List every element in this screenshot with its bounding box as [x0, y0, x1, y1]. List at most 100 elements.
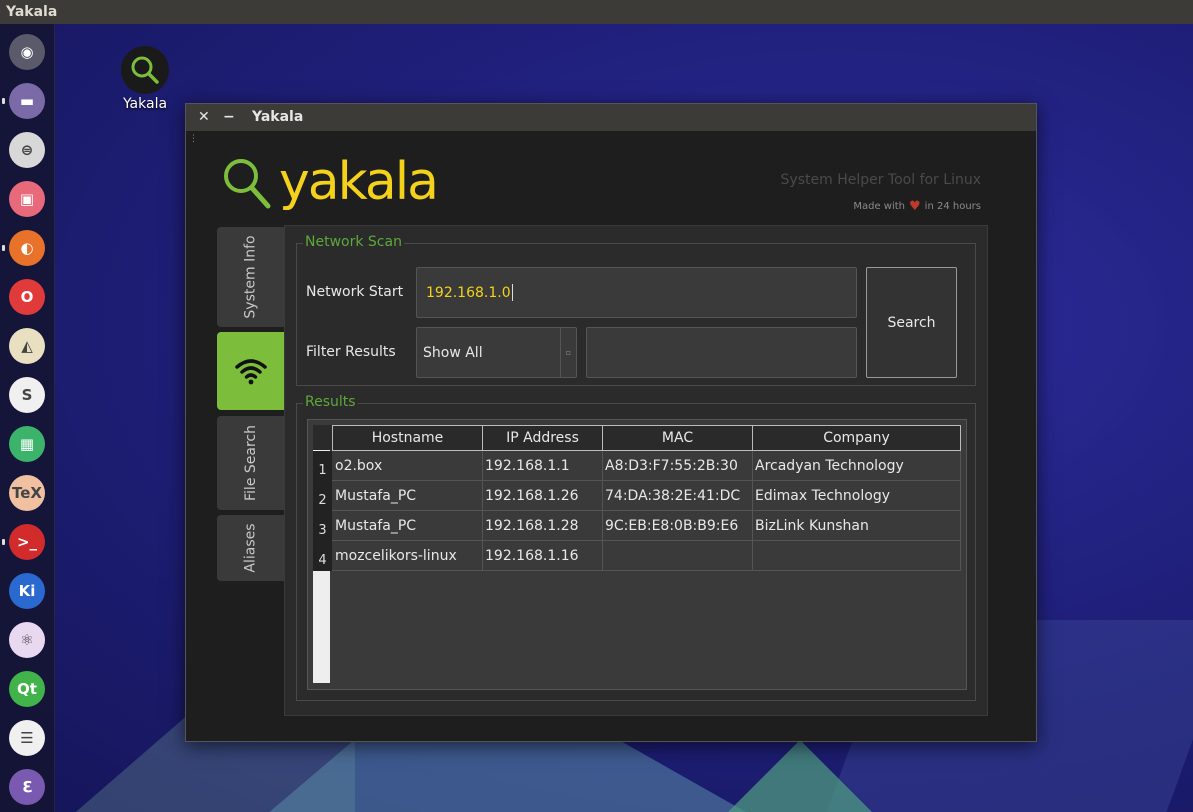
row-number[interactable]: 1: [313, 451, 332, 481]
launcher-glyph: ▬: [19, 92, 35, 110]
launcher-glyph: Ki: [18, 582, 36, 600]
desktop-shortcut-label: Yakala: [122, 96, 168, 112]
top-panel: Yakala: [0, 0, 1193, 24]
table-cell-hostname[interactable]: mozcelikors-linux: [332, 541, 483, 571]
table-cell-mac[interactable]: A8:D3:F7:55:2B:30: [602, 451, 753, 481]
tab-aliases[interactable]: Aliases: [217, 515, 284, 581]
launcher-glyph: >_: [16, 533, 38, 551]
network-scan-group: Network Scan Network Start 192.168.1.0 F…: [296, 234, 976, 386]
files-icon[interactable]: ▬: [9, 83, 45, 119]
toolbar-grip-icon[interactable]: ⋮: [189, 135, 198, 144]
minimize-button[interactable]: −: [223, 104, 235, 131]
results-table[interactable]: Hostname IP Address MAC Company 1 o2.box 1…: [307, 419, 967, 690]
tab-label: File Search: [242, 425, 259, 501]
launcher-glyph: ☰: [20, 729, 34, 747]
table-cell-ip[interactable]: 192.168.1.28: [482, 511, 603, 541]
launcher-glyph: ◭: [21, 337, 33, 355]
app-tagline: System Helper Tool for Linux: [780, 172, 981, 188]
made-with-suffix: in 24 hours: [924, 201, 981, 212]
running-indicator: [2, 98, 5, 104]
tab-label: System Info: [242, 235, 259, 319]
desktop-shortcut-yakala[interactable]: Yakala: [117, 46, 173, 112]
table-cell-mac[interactable]: 9C:EB:E8:0B:B9:E6: [602, 511, 753, 541]
firefox-icon[interactable]: ◐: [9, 230, 45, 266]
atom-icon[interactable]: ⚛: [9, 622, 45, 658]
launcher: ◉ ▬ ⊜ ▣ ◐ O ◭ S ▦ TeX >_ Ki ⚛ Qt ☰ ℇ: [0, 24, 55, 812]
tab-label: Aliases: [242, 523, 259, 573]
results-group: Results Hostname IP Address MAC Company …: [296, 394, 976, 701]
tab-file-search[interactable]: File Search: [217, 416, 284, 510]
launcher-glyph: ◉: [20, 43, 34, 61]
table-cell-hostname[interactable]: Mustafa_PC: [332, 511, 483, 541]
row-number[interactable]: 2: [313, 481, 332, 511]
table-cell-company[interactable]: [752, 541, 961, 571]
ubuntu-dash-icon[interactable]: ◉: [9, 34, 45, 70]
filter-results-select[interactable]: Show All ▫: [416, 327, 577, 378]
table-cell-ip[interactable]: 192.168.1.26: [482, 481, 603, 511]
column-header-ip-address[interactable]: IP Address: [482, 425, 603, 451]
launcher-glyph: ⊜: [20, 141, 34, 159]
window-title: Yakala: [252, 109, 304, 125]
network-start-input[interactable]: 192.168.1.0: [416, 267, 857, 318]
network-start-value: 192.168.1.0: [426, 284, 511, 301]
heart-icon: ♥: [909, 199, 921, 214]
table-cell-ip[interactable]: 192.168.1.1: [482, 451, 603, 481]
yakala-window: ✕ − Yakala ⋮ yakala System Helper Tool f…: [185, 103, 1037, 742]
terminal-icon[interactable]: >_: [9, 524, 45, 560]
app-logo: yakala: [221, 152, 439, 212]
table-cell-mac[interactable]: [602, 541, 753, 571]
emacs-icon[interactable]: ℇ: [9, 769, 45, 805]
settings-toggle-icon[interactable]: ⊜: [9, 132, 45, 168]
launcher-glyph: S: [21, 386, 33, 404]
table-cell-company[interactable]: Edimax Technology: [752, 481, 961, 511]
yakala-app-icon: [121, 46, 169, 94]
wifi-icon: [234, 359, 267, 385]
filter-results-label: Filter Results: [306, 344, 396, 360]
inkscape-icon[interactable]: ◭: [9, 328, 45, 364]
slack-icon[interactable]: S: [9, 377, 45, 413]
table-cell-hostname[interactable]: o2.box: [332, 451, 483, 481]
launcher-glyph: ◐: [20, 239, 34, 257]
logo-wordmark: yakala: [279, 152, 439, 212]
launcher-glyph: TeX: [12, 484, 42, 502]
text-caret: [511, 284, 513, 301]
column-header-hostname[interactable]: Hostname: [332, 425, 483, 451]
slides-icon[interactable]: ▣: [9, 181, 45, 217]
launcher-glyph: ▣: [19, 190, 35, 208]
spreadsheet-icon[interactable]: ▦: [9, 426, 45, 462]
active-app-name: Yakala: [6, 4, 58, 20]
network-start-label: Network Start: [306, 284, 404, 300]
eclipse-icon[interactable]: ☰: [9, 720, 45, 756]
filter-text-input[interactable]: [586, 327, 857, 378]
table-corner-button[interactable]: [313, 425, 332, 450]
row-number[interactable]: 4: [313, 541, 332, 571]
table-cell-hostname[interactable]: Mustafa_PC: [332, 481, 483, 511]
column-header-company[interactable]: Company: [752, 425, 961, 451]
table-cell-company[interactable]: BizLink Kunshan: [752, 511, 961, 541]
made-with-prefix: Made with: [853, 201, 906, 212]
window-titlebar[interactable]: ✕ − Yakala: [186, 104, 1036, 131]
table-cell-company[interactable]: Arcadyan Technology: [752, 451, 961, 481]
running-indicator: [2, 539, 5, 545]
tab-network-scan[interactable]: [217, 332, 284, 410]
launcher-glyph: O: [20, 288, 34, 306]
close-button[interactable]: ✕: [198, 104, 210, 131]
qt-creator-icon[interactable]: Qt: [9, 671, 45, 707]
search-button[interactable]: Search: [866, 267, 957, 378]
table-cell-mac[interactable]: 74:DA:38:2E:41:DC: [602, 481, 753, 511]
wallpaper-shape: [720, 740, 880, 812]
kile-icon[interactable]: Ki: [9, 573, 45, 609]
column-header-mac[interactable]: MAC: [602, 425, 753, 451]
dropdown-arrow-icon[interactable]: ▫: [560, 328, 576, 377]
made-with-note: Made with ♥ in 24 hours: [853, 199, 981, 214]
table-cell-ip[interactable]: 192.168.1.16: [482, 541, 603, 571]
launcher-glyph: Qt: [17, 680, 37, 698]
opera-icon[interactable]: O: [9, 279, 45, 315]
group-title: Results: [303, 394, 358, 410]
tab-system-info[interactable]: System Info: [217, 227, 284, 327]
filter-selected-value: Show All: [423, 344, 483, 361]
launcher-glyph: ▦: [19, 435, 35, 453]
texstudio-icon[interactable]: TeX: [9, 475, 45, 511]
row-number[interactable]: 3: [313, 511, 332, 541]
group-title: Network Scan: [303, 234, 404, 250]
